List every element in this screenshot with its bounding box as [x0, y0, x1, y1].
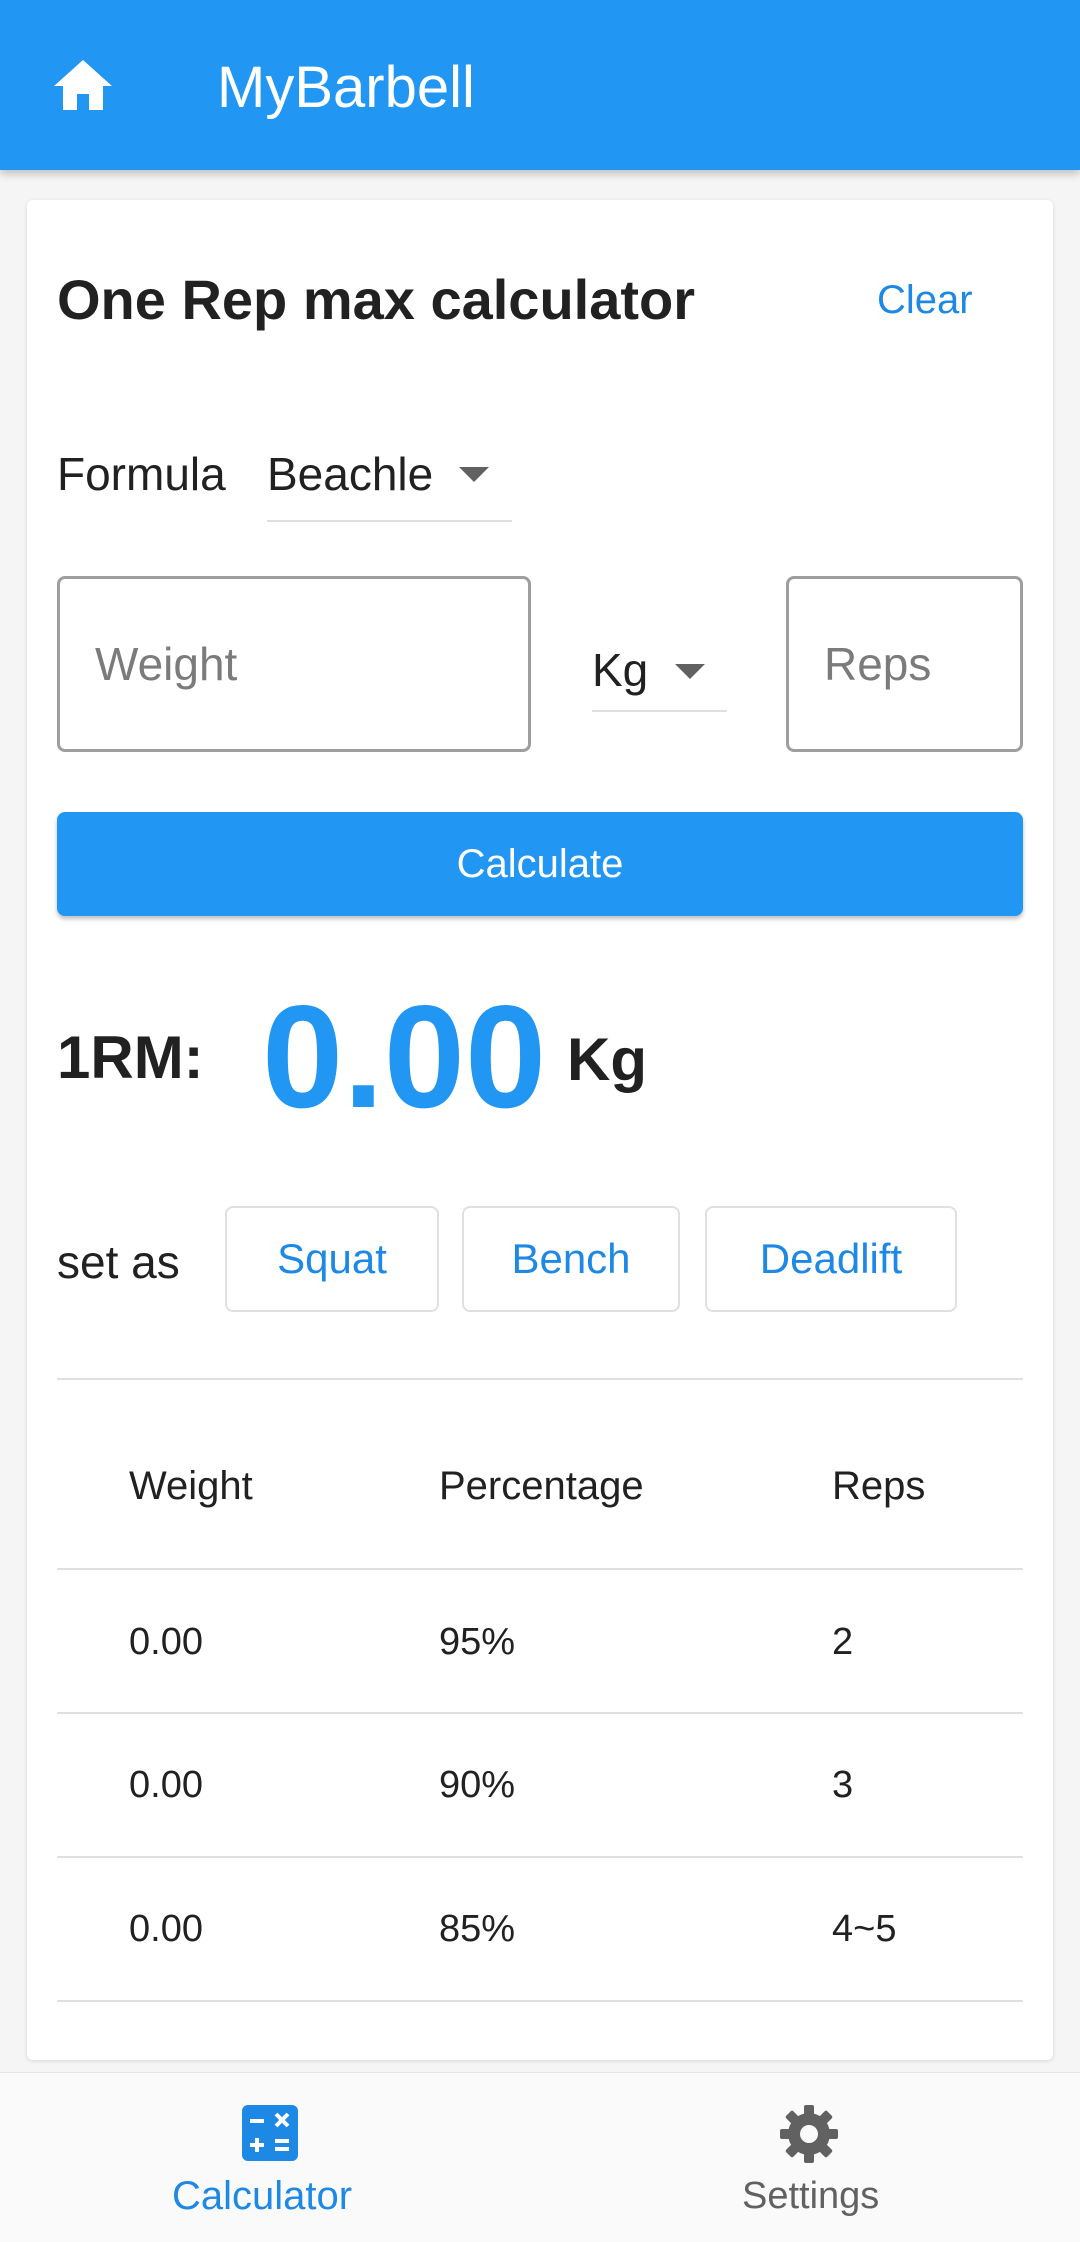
caret-down-icon: [459, 467, 489, 482]
section-divider: [57, 1378, 1023, 1380]
set-as-label: set as: [57, 1236, 180, 1288]
table-header-weight: Weight: [129, 1464, 253, 1508]
table-cell-percentage: 90%: [439, 1764, 516, 1806]
calculate-button[interactable]: Calculate: [57, 812, 1023, 916]
table-header-reps: Reps: [832, 1464, 926, 1508]
bottom-navigation: Calculator Settings: [0, 2072, 1080, 2242]
table-cell-reps: 2: [832, 1621, 854, 1663]
clear-button[interactable]: Clear: [877, 270, 973, 330]
table-cell-weight: 0.00: [129, 1621, 203, 1663]
result-label: 1RM:: [57, 1024, 204, 1091]
formula-label: Formula: [57, 448, 226, 500]
unit-dropdown[interactable]: Kg: [592, 630, 727, 712]
table-divider: [57, 1712, 1023, 1714]
table-header-percentage: Percentage: [439, 1464, 644, 1508]
table-cell-weight: 0.00: [129, 1908, 203, 1950]
table-cell-percentage: 85%: [439, 1908, 516, 1950]
result-value: 0.00: [262, 975, 547, 1138]
table-divider: [57, 1568, 1023, 1570]
set-squat-button[interactable]: Squat: [225, 1206, 439, 1312]
set-deadlift-button[interactable]: Deadlift: [705, 1206, 957, 1312]
calculator-card: One Rep max calculator Clear Formula Bea…: [27, 200, 1053, 2060]
nav-calculator[interactable]: Calculator: [150, 2073, 390, 2242]
nav-settings[interactable]: Settings: [700, 2073, 920, 2242]
home-icon[interactable]: [52, 58, 114, 112]
unit-value: Kg: [592, 644, 649, 696]
nav-calculator-label: Calculator: [172, 2174, 353, 2218]
formula-value: Beachle: [267, 448, 434, 500]
table-cell-percentage: 95%: [439, 1621, 516, 1663]
calculator-icon: [242, 2105, 298, 2161]
app-bar: MyBarbell: [0, 0, 1080, 170]
table-cell-weight: 0.00: [129, 1764, 203, 1806]
formula-dropdown[interactable]: Beachle: [267, 440, 512, 522]
card-title: One Rep max calculator: [57, 268, 696, 331]
app-title: MyBarbell: [217, 55, 475, 120]
reps-input[interactable]: [786, 576, 1023, 752]
set-bench-button[interactable]: Bench: [462, 1206, 680, 1312]
weight-input[interactable]: [57, 576, 531, 752]
nav-settings-label: Settings: [742, 2175, 880, 2217]
table-cell-reps: 3: [832, 1764, 854, 1806]
result-unit: Kg: [567, 1026, 647, 1093]
table-cell-reps: 4~5: [832, 1908, 897, 1950]
caret-down-icon: [675, 664, 705, 679]
table-divider: [57, 2000, 1023, 2002]
table-divider: [57, 1856, 1023, 1858]
gear-icon: [780, 2105, 838, 2163]
